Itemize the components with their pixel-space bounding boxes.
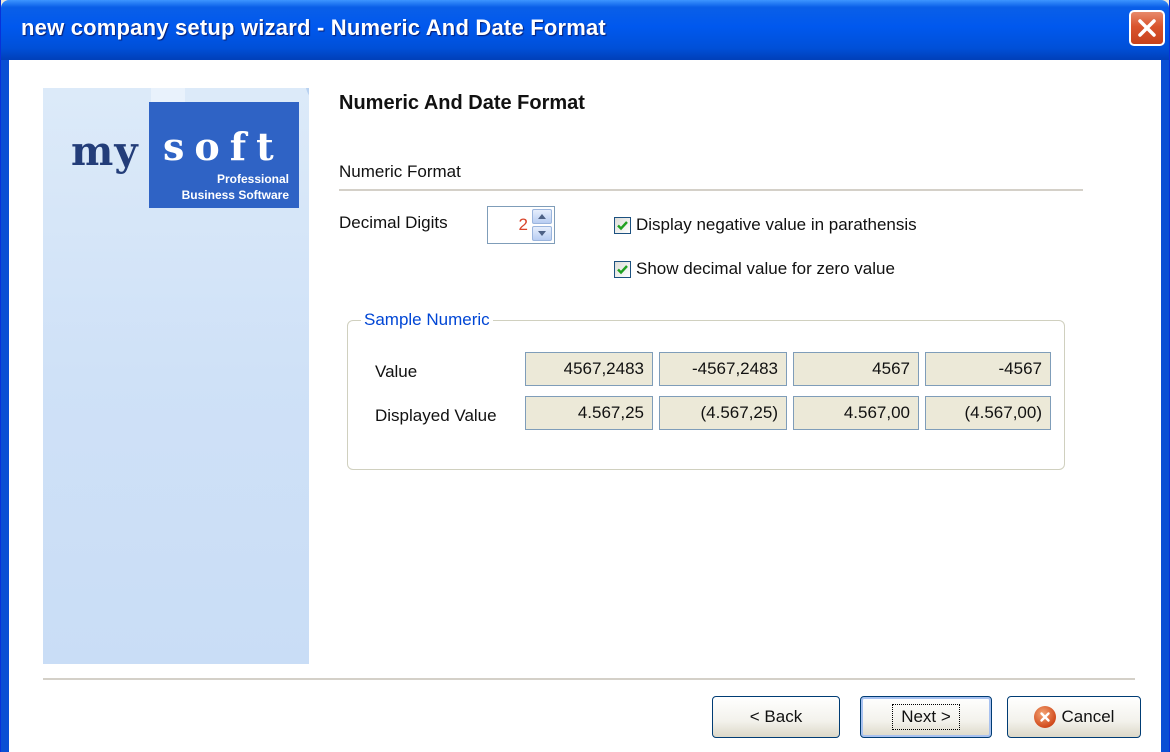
- decimal-digits-label: Decimal Digits: [339, 213, 448, 232]
- logo-box: soft Professional Business Software: [149, 102, 299, 208]
- sample-value-4: -4567: [925, 352, 1051, 386]
- window-frame-right: [1161, 60, 1169, 752]
- close-button[interactable]: [1129, 10, 1165, 46]
- spinner-up-button[interactable]: [532, 209, 552, 224]
- brand-side-panel: mySOFT my soft Professional Business Sof…: [43, 88, 309, 664]
- arrow-down-icon: [538, 231, 546, 236]
- sample-numeric-legend: Sample Numeric: [361, 310, 493, 330]
- logo-my-text: my: [71, 128, 139, 175]
- sample-value-3: 4567: [793, 352, 919, 386]
- sample-value-2: -4567,2483: [659, 352, 787, 386]
- zero-decimal-checkbox[interactable]: [614, 260, 631, 278]
- value-row-label: Value: [375, 362, 418, 381]
- displayed-value-3: 4.567,00: [793, 396, 919, 430]
- sample-numeric-group: [347, 320, 1065, 470]
- arrow-up-icon: [538, 214, 546, 219]
- next-button[interactable]: Next >: [860, 696, 992, 738]
- numeric-format-group-label: Numeric Format: [339, 162, 461, 181]
- wizard-window: new company setup wizard - Numeric And D…: [0, 0, 1170, 752]
- spinner-down-button[interactable]: [532, 226, 552, 241]
- back-button-label: < Back: [749, 707, 803, 726]
- negative-parenthesis-option[interactable]: Display negative value in parathensis: [614, 215, 917, 235]
- close-icon: [1138, 19, 1156, 37]
- wizard-client-area: mySOFT my soft Professional Business Sof…: [9, 60, 1161, 752]
- displayed-value-2: (4.567,25): [659, 396, 787, 430]
- sample-value-1: 4567,2483: [525, 352, 653, 386]
- negative-parenthesis-checkbox[interactable]: [614, 216, 631, 234]
- zero-decimal-option[interactable]: Show decimal value for zero value: [614, 259, 895, 279]
- window-title: new company setup wizard - Numeric And D…: [21, 15, 606, 40]
- displayed-value-row-label: Displayed Value: [375, 406, 497, 425]
- logo-tagline-1: Professional: [216, 172, 289, 186]
- displayed-value-4: (4.567,00): [925, 396, 1051, 430]
- checkmark-icon: [617, 264, 628, 274]
- group-divider: [339, 189, 1083, 192]
- back-button[interactable]: < Back: [712, 696, 840, 738]
- title-bar[interactable]: new company setup wizard - Numeric And D…: [1, 0, 1169, 60]
- cancel-button[interactable]: Cancel: [1007, 696, 1141, 738]
- logo-soft-text: soft: [163, 124, 284, 169]
- negative-parenthesis-label[interactable]: Display negative value in parathensis: [636, 215, 917, 235]
- window-frame-left: [1, 60, 9, 752]
- next-button-label: Next >: [892, 704, 960, 730]
- cancel-icon: [1033, 706, 1056, 728]
- decimal-digits-spinner[interactable]: 2: [487, 206, 555, 244]
- footer-divider: [43, 678, 1135, 681]
- logo-tagline-2: Business Software: [181, 188, 289, 202]
- displayed-value-1: 4.567,25: [525, 396, 653, 430]
- decimal-digits-value[interactable]: 2: [519, 215, 528, 235]
- zero-decimal-label[interactable]: Show decimal value for zero value: [636, 259, 895, 279]
- page-title: Numeric And Date Format: [339, 92, 585, 114]
- checkmark-icon: [617, 220, 628, 230]
- cancel-button-label: Cancel: [1061, 707, 1115, 726]
